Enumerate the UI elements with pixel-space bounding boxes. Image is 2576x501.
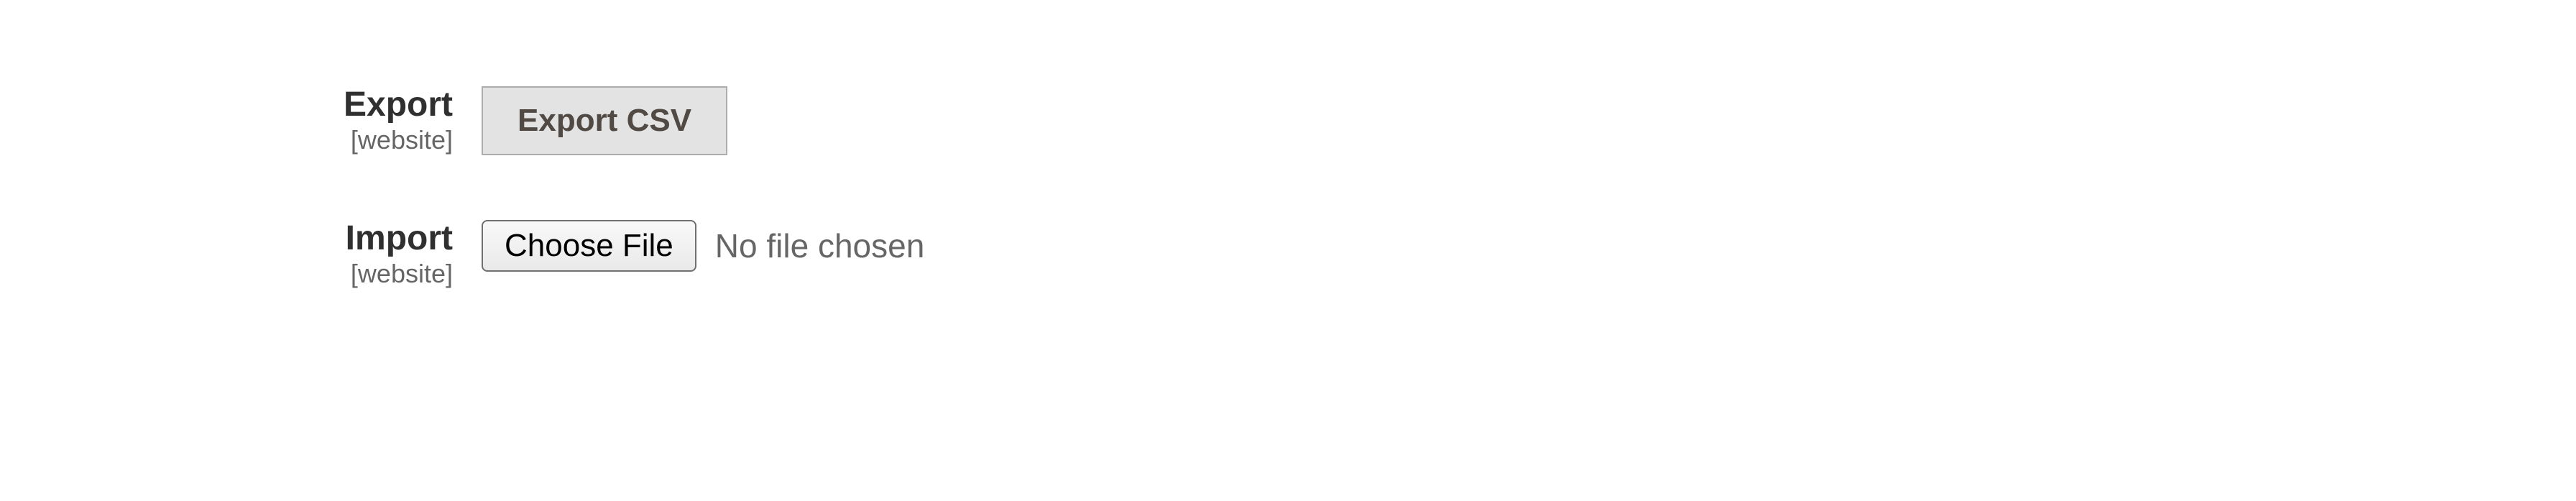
export-row: Export [website] Export CSV (309, 86, 2576, 155)
import-scope: [website] (309, 259, 453, 288)
import-label: Import (346, 219, 453, 257)
export-csv-button[interactable]: Export CSV (482, 86, 727, 155)
file-status-text: No file chosen (715, 226, 925, 265)
export-label-col: Export [website] (309, 86, 482, 154)
export-scope: [website] (309, 126, 453, 155)
import-row: Import [website] Choose File No file cho… (309, 220, 2576, 288)
import-control: Choose File No file chosen (482, 220, 924, 272)
settings-form: Export [website] Export CSV Import [webs… (0, 0, 2576, 288)
export-control: Export CSV (482, 86, 727, 155)
export-label: Export (344, 86, 453, 124)
choose-file-button[interactable]: Choose File (482, 220, 696, 272)
import-label-col: Import [website] (309, 220, 482, 288)
file-input[interactable]: Choose File No file chosen (482, 220, 924, 272)
